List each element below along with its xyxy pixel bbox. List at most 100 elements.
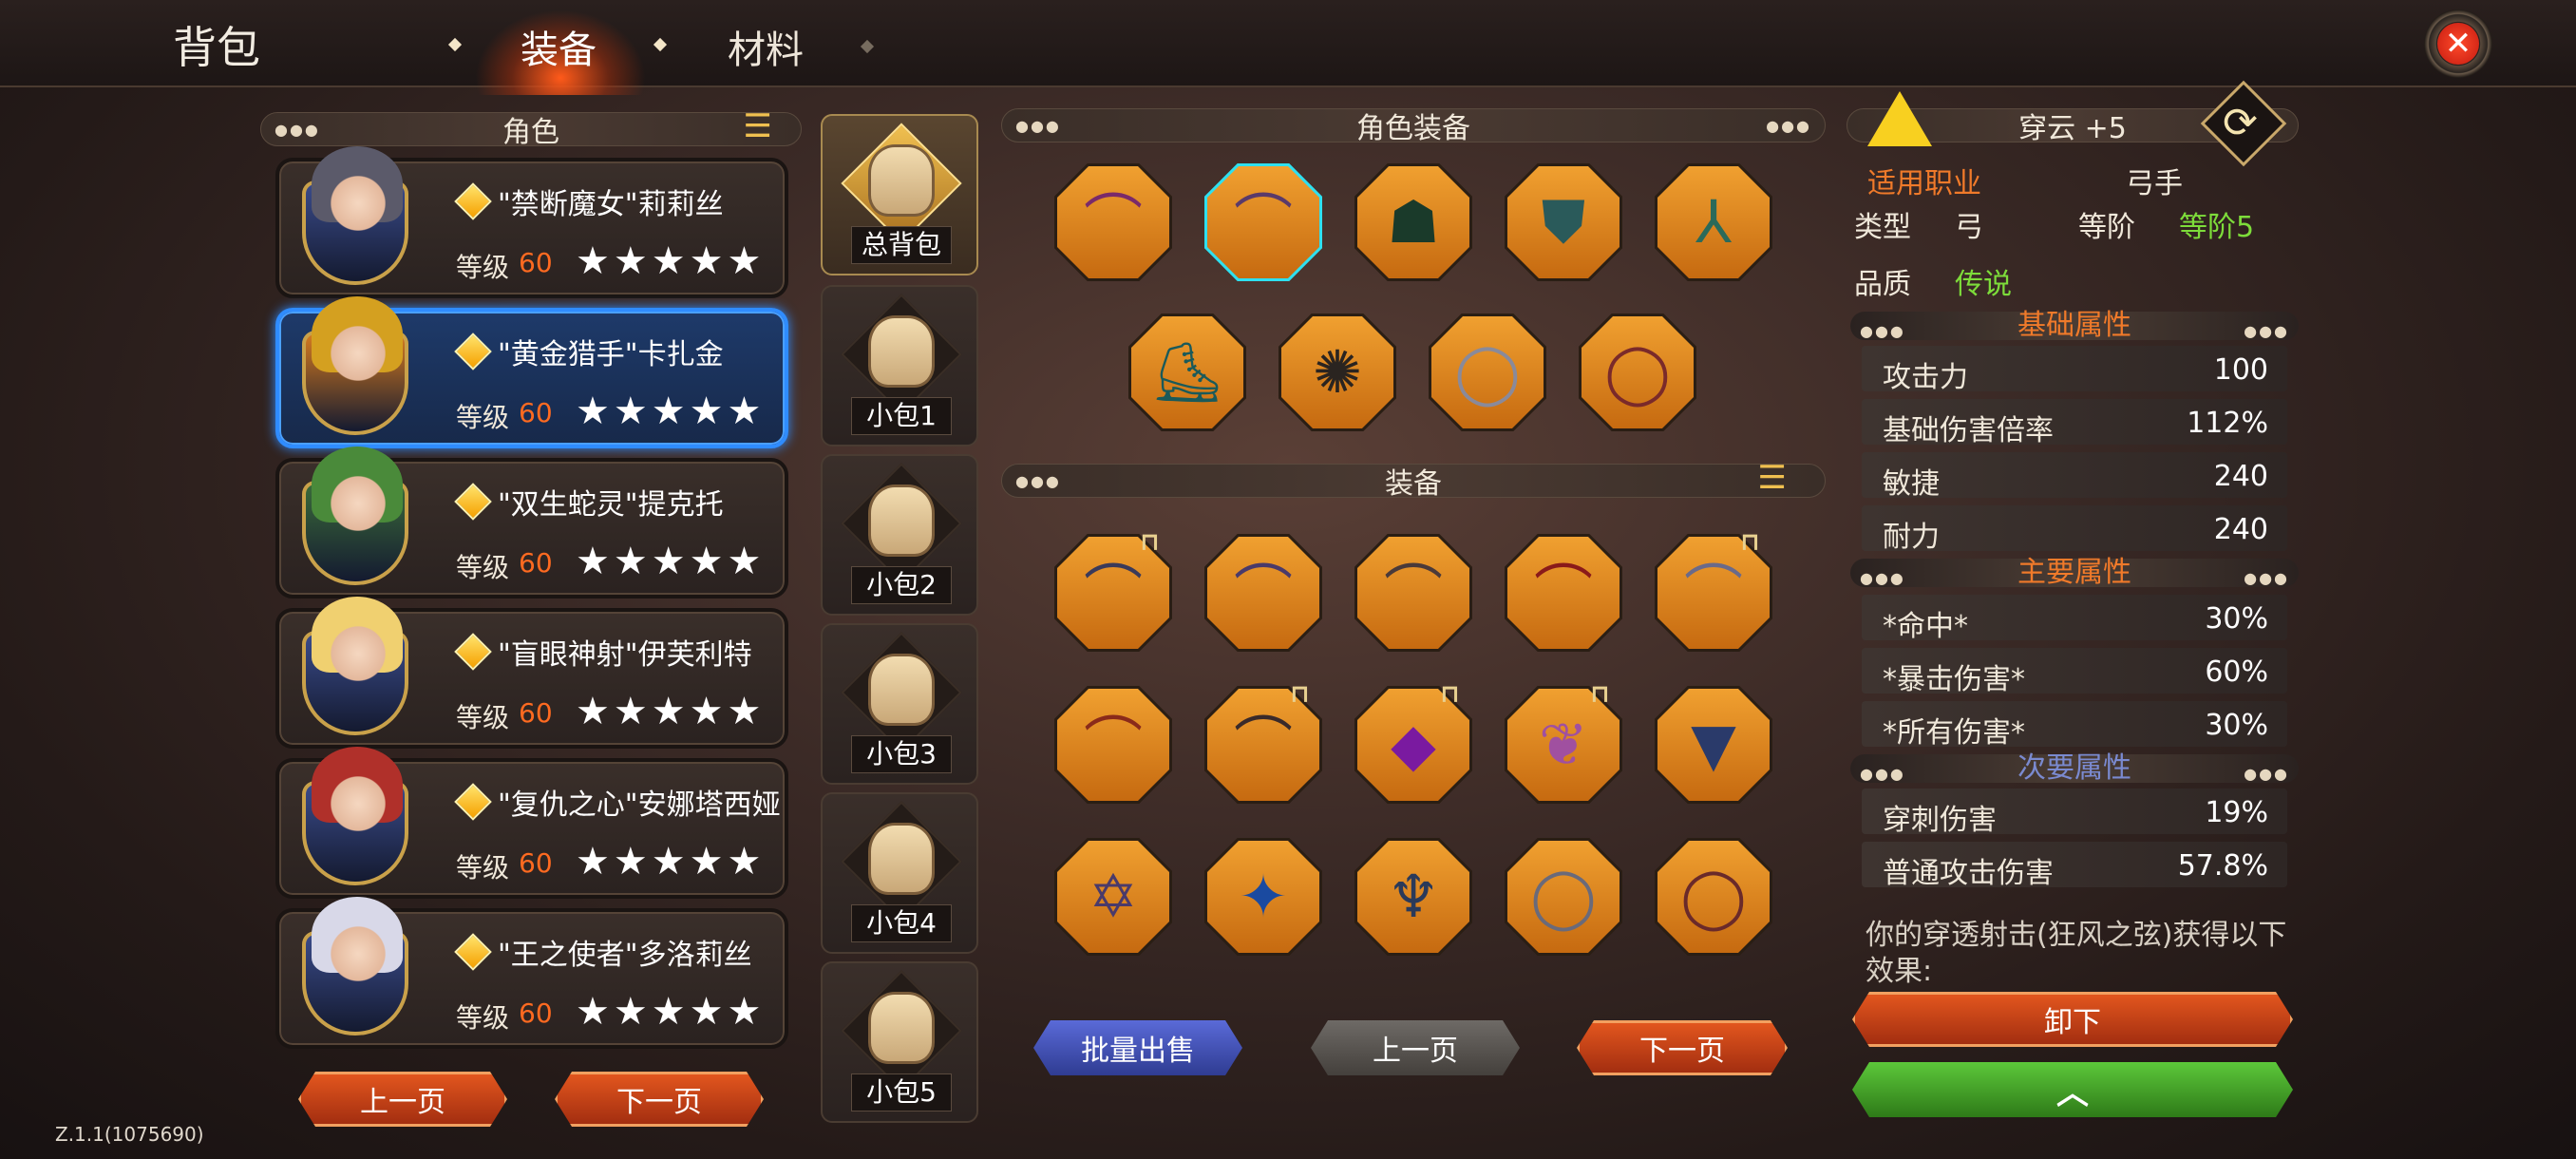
armor-icon: ⛊ [1541,187,1586,256]
equipment-slot[interactable]: ⌒ [1204,534,1322,652]
stat-value: 30% [2205,709,2268,742]
stat-row: *命中* 30% [1862,595,2287,643]
slot-background: ⌒ [1357,537,1469,649]
lock-icon: ⊓ [1140,528,1160,557]
hero-face [325,312,391,388]
equipment-slot[interactable]: ▼ [1655,686,1772,804]
role-card[interactable]: "王之使者"多洛莉丝 等级 60 ★★★★★ [275,897,788,1049]
bow-icon: ⌒ [1083,187,1143,256]
equipment-slot[interactable]: ◯ [1505,838,1622,956]
rarity-gem-icon [454,483,492,521]
star-rating: ★★★★★ [576,239,766,283]
stat-name: 攻击力 [1883,361,1968,394]
sort-list-icon[interactable]: ☰ [744,107,772,145]
stat-value: 112% [2187,407,2268,440]
equipment-slot[interactable]: ⌒ [1054,686,1172,804]
equipment-slot[interactable]: ⌒ [1354,534,1472,652]
upgrade-button[interactable]: ︿ [1852,1062,2293,1117]
equipment-slot[interactable]: ⛸ [1128,314,1246,431]
star-rating: ★★★★★ [576,540,766,583]
equipment-slot[interactable]: ☗ [1354,163,1472,281]
bow-icon: ⌒ [1533,558,1593,627]
equipment-slot[interactable]: ⛊ [1505,163,1622,281]
backpack-icon [868,654,935,726]
equipment-header: ●●● 装备 ☰ [1001,459,1826,501]
hood-icon: ☗ [1387,187,1440,256]
slot-background: ⌒ [1057,689,1169,801]
equipment-slot[interactable]: ◯ [1429,314,1546,431]
bag-slot[interactable]: 总背包 [821,114,978,276]
equipment-slot[interactable]: ✺ [1279,314,1396,431]
upgrade-arrow-icon [1867,91,1932,146]
roles-prev-page-button[interactable]: 上一页 [298,1072,507,1127]
star-rating: ★★★★★ [576,390,766,433]
role-card[interactable]: "复仇之心"安娜塔西娅 等级 60 ★★★★★ [275,747,788,899]
role-level: 60 [519,697,553,729]
stat-name: 基础伤害倍率 [1883,414,2054,447]
bag-slot[interactable]: 小包3 [821,623,978,785]
role-level: 60 [519,847,553,879]
equipment-slot[interactable]: ◯ [1655,838,1772,956]
equipment-prev-page-button[interactable]: 上一页 [1311,1020,1520,1075]
unequip-button[interactable]: 卸下 [1852,992,2293,1047]
slot-background: ✡ [1057,841,1169,953]
amulet-icon: ◆ [1391,710,1436,779]
role-level-label: 等级 [456,1002,510,1034]
equipment-slot[interactable]: ⅄ [1655,163,1772,281]
swap-icon: ⟳ [2223,99,2258,147]
bow-icon: ⌒ [1233,558,1293,627]
amulet-icon: ❦ [1539,710,1588,779]
bag-label: 小包5 [851,1074,952,1112]
role-card[interactable]: "黄金猎手"卡扎金 等级 60 ★★★★★ [275,296,788,448]
equipment-header-label: 装备 [1385,467,1442,501]
slot-background: ◯ [1431,316,1544,428]
stat-row: 普通攻击伤害 57.8% [1862,842,2287,890]
stat-name: *暴击伤害* [1883,663,2025,696]
bag-slot[interactable]: 小包5 [821,961,978,1123]
tier-label: 等阶 [2078,211,2135,244]
role-card[interactable]: "双生蛇灵"提克托 等级 60 ★★★★★ [275,446,788,598]
roles-header-label: 角色 [502,116,559,149]
tab-equipment[interactable]: 装备 [521,19,597,74]
equipment-slot[interactable]: ⌒ [1204,163,1322,281]
lock-icon: ⊓ [1440,680,1460,709]
bag-slot[interactable]: 小包2 [821,454,978,616]
bow-icon: ⌒ [1083,558,1143,627]
hero-face [325,462,391,538]
stat-value: 19% [2205,796,2268,829]
star-rating: ★★★★★ [576,840,766,884]
backpack-icon [868,315,935,388]
bulk-sell-button[interactable]: 批量出售 [1033,1020,1242,1075]
bag-slot[interactable]: 小包4 [821,792,978,954]
role-name: "盲眼神射"伊芙利特 [498,638,752,672]
equipment-slot[interactable]: ✡ [1054,838,1172,956]
role-card[interactable]: "禁断魔女"莉莉丝 等级 60 ★★★★★ [275,146,788,298]
close-button[interactable]: ✕ [2424,10,2492,78]
bag-slot[interactable]: 小包1 [821,285,978,446]
slot-background: ✦ [1207,841,1319,953]
equipment-slot[interactable]: ✦ [1204,838,1322,956]
equipment-slot[interactable]: ⌒ [1054,163,1172,281]
lock-icon: ⊓ [1740,528,1760,557]
hero-face [325,612,391,688]
main-attributes-label: 主要属性 [2017,556,2131,589]
hero-portrait [285,146,426,300]
stat-row: *暴击伤害* 60% [1862,648,2287,696]
slot-background: ✺ [1281,316,1393,428]
equipment-slot[interactable]: ◯ [1579,314,1696,431]
hero-portrait [285,897,426,1051]
equipment-next-page-button[interactable]: 下一页 [1577,1020,1788,1075]
ring-icon: ◯ [1530,862,1597,931]
equipment-slot[interactable]: ♆ [1354,838,1472,956]
equipment-slot[interactable]: ⌒ [1505,534,1622,652]
bow-icon: ⌒ [1233,710,1293,779]
sort-list-icon[interactable]: ☰ [1758,459,1787,497]
role-name: "复仇之心"安娜塔西娅 [498,788,781,822]
tab-materials[interactable]: 材料 [728,19,804,74]
role-card[interactable]: "盲眼神射"伊芙利特 等级 60 ★★★★★ [275,597,788,749]
rarity-gem-icon [454,783,492,821]
bow-icon: ⌒ [1233,187,1293,256]
close-icon: ✕ [2437,23,2479,65]
main-attributes-header: ●●● 主要属性 ●●● [1850,559,2299,587]
roles-next-page-button[interactable]: 下一页 [555,1072,764,1127]
